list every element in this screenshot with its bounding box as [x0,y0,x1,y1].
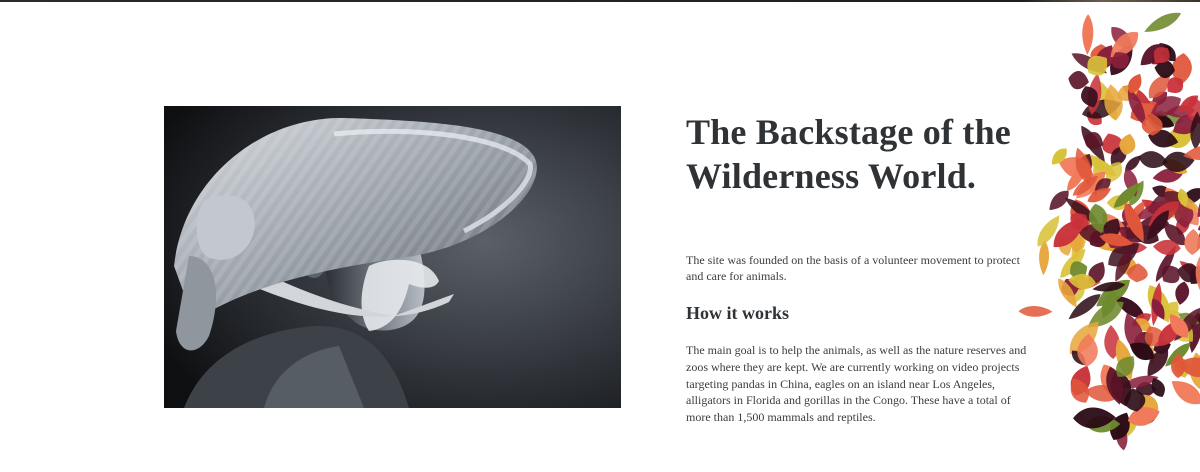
leaf-shape [1018,306,1053,317]
how-it-works-heading: How it works [686,303,789,323]
foliage-decoration [1012,12,1200,457]
how-it-works-text: The main goal is to help the animals, as… [686,343,1027,425]
portrait-photo [164,106,621,408]
page-title: The Backstage of the Wilderness World. [686,110,1031,198]
title-line-1: The Backstage of the [686,112,1011,152]
intro-text: The site was founded on the basis of a v… [686,253,1020,283]
top-divider [0,0,1200,2]
title-line-2: Wilderness World. [686,156,977,196]
leaf-shape [1082,14,1094,55]
hero-content: The Backstage of the Wilderness World. T… [686,110,1031,426]
leaf-shape [1184,228,1200,255]
leaf-shape [1144,12,1182,32]
